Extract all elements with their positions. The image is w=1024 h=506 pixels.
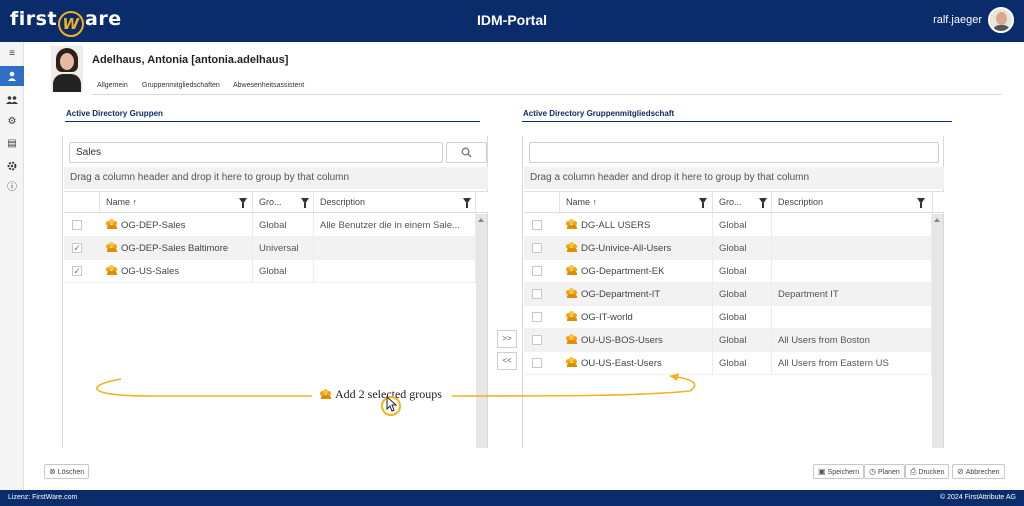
cancel-button[interactable]: ⊘ Abbrechen	[952, 464, 1005, 479]
group-icon	[320, 389, 332, 399]
save-button[interactable]: ▣ Speichern	[813, 464, 865, 479]
print-icon: ⎙	[910, 467, 917, 476]
footer-bar: Lizenz: FirstWare.com © 2024 FirstAttrib…	[0, 490, 1024, 506]
plan-button[interactable]: ◷ Planen	[864, 464, 905, 479]
mouse-pointer-icon	[386, 396, 398, 412]
delete-button[interactable]: ⊗ Löschen	[44, 464, 90, 479]
annotation-arrows	[96, 373, 696, 397]
copyright-text: © 2024 FirstAttribute AG	[940, 494, 1016, 501]
save-icon: ▣	[818, 467, 826, 476]
add-groups-annotation: Add 2 selected groups	[320, 387, 442, 402]
license-text: Lizenz: FirstWare.com	[8, 494, 78, 501]
print-button[interactable]: ⎙ Drucken	[905, 464, 950, 479]
clock-icon: ◷	[869, 467, 876, 476]
cancel-icon: ⊘	[957, 467, 964, 476]
delete-icon: ⊗	[49, 467, 56, 476]
